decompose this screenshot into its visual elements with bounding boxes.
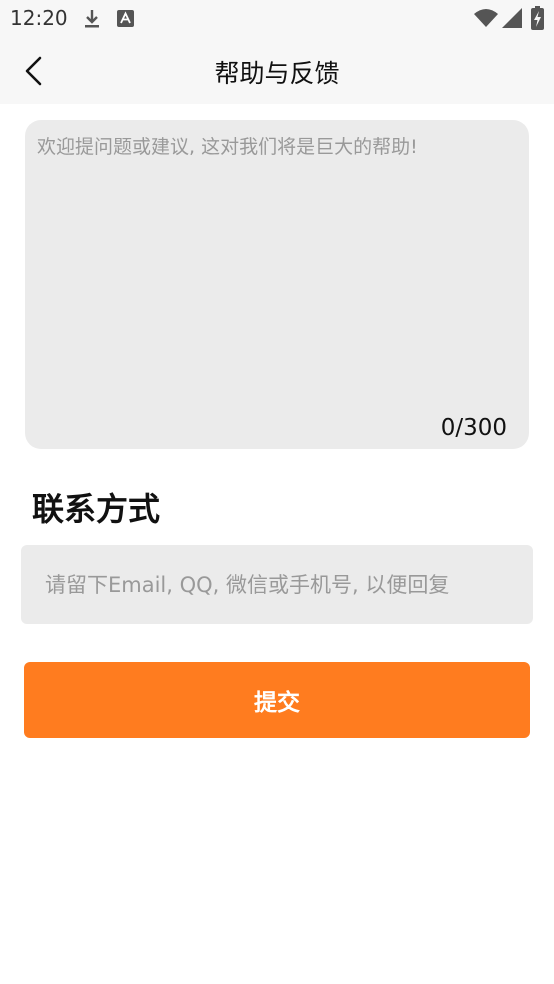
status-time: 12:20 (10, 6, 68, 30)
submit-button[interactable]: 提交 (24, 662, 530, 738)
feedback-textarea[interactable] (25, 120, 529, 410)
download-icon (82, 8, 102, 34)
font-a-icon (117, 10, 134, 31)
status-bar: 12:20 (0, 0, 554, 38)
battery-charging-icon (531, 6, 544, 34)
feedback-box: 0/300 (25, 120, 529, 449)
page-title: 帮助与反馈 (214, 59, 340, 88)
app-bar: 帮助与反馈 (0, 38, 554, 104)
contact-section-title: 联系方式 (32, 490, 161, 528)
signal-icon (502, 8, 522, 32)
char-counter: 0/300 (440, 415, 507, 441)
wifi-icon (474, 8, 498, 32)
contact-input[interactable] (21, 545, 533, 624)
